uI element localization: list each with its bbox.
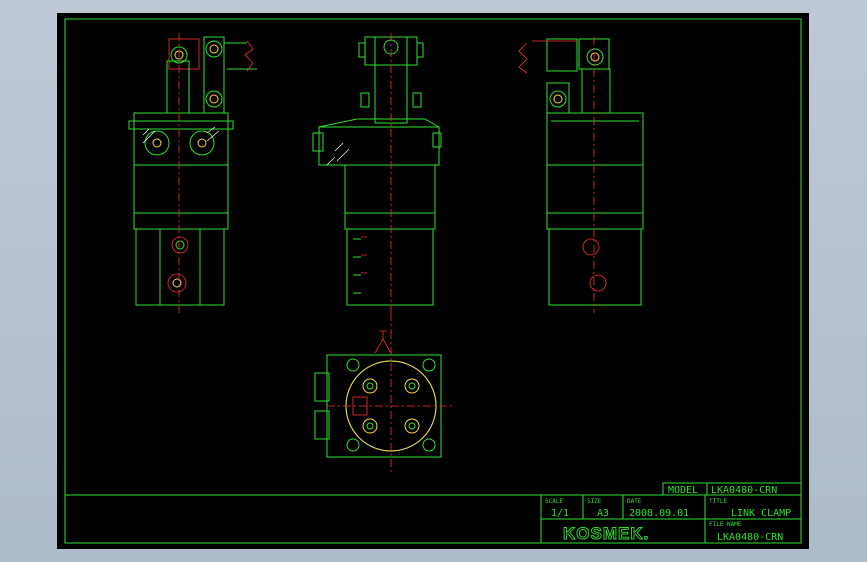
- front-view: [128, 33, 257, 313]
- title-block: MODEL LKA0480-CRN SCALE 1/1 SIZE A3 DATE…: [65, 482, 802, 544]
- model-value: LKA0480-CRN: [711, 485, 777, 496]
- kosmek-logo: KOSMEK.: [563, 524, 649, 543]
- filename-label: FILE NAME: [709, 521, 742, 528]
- drawing-sheet: MODEL LKA0480-CRN SCALE 1/1 SIZE A3 DATE…: [57, 13, 809, 549]
- cad-viewport[interactable]: MODEL LKA0480-CRN SCALE 1/1 SIZE A3 DATE…: [0, 0, 867, 562]
- title-value: LINK CLAMP: [731, 508, 791, 519]
- drawing-canvas: MODEL LKA0480-CRN SCALE 1/1 SIZE A3 DATE…: [64, 18, 802, 544]
- model-label: MODEL: [668, 485, 698, 496]
- side-view: [312, 33, 442, 333]
- top-view: [314, 330, 455, 473]
- filename-value: LKA0480-CRN: [717, 532, 783, 543]
- size-label: SIZE: [587, 498, 602, 505]
- back-view: [518, 37, 644, 313]
- size-value: A3: [597, 508, 609, 519]
- date-label: DATE: [627, 498, 642, 505]
- scale-label: SCALE: [545, 498, 563, 505]
- scale-value: 1/1: [551, 508, 569, 519]
- title-label: TITLE: [709, 498, 727, 505]
- date-value: 2008.09.01: [629, 508, 689, 519]
